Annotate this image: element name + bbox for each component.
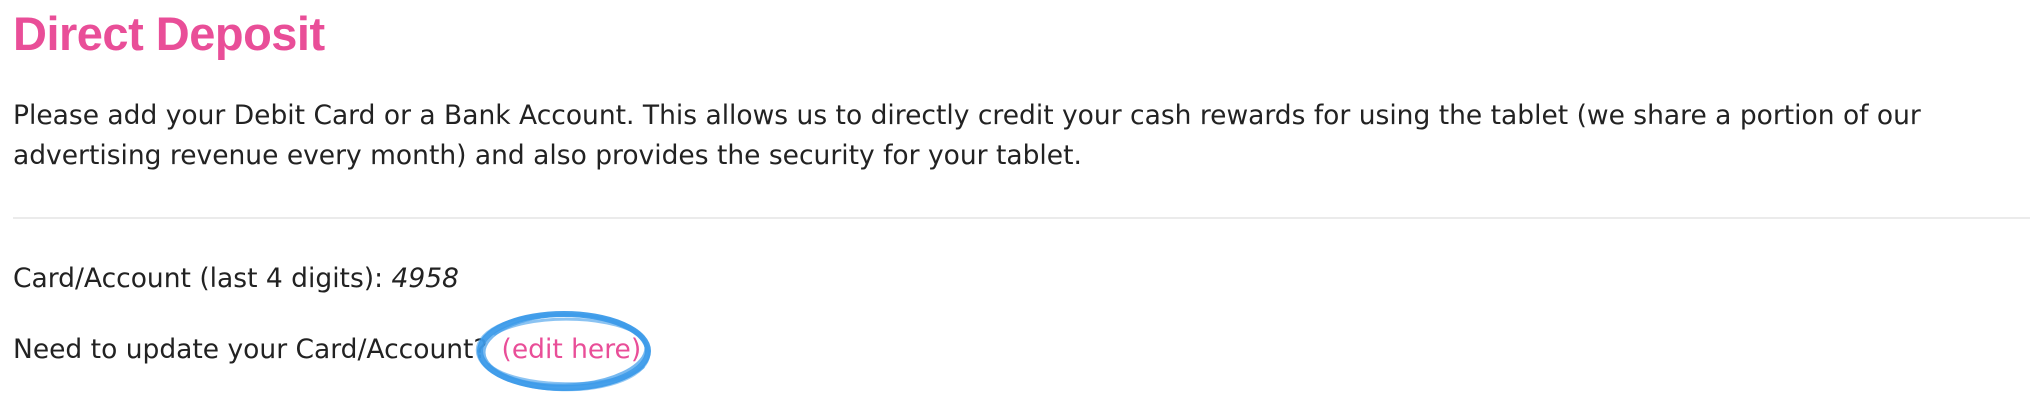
update-prompt: Need to update your Card/Account? <box>13 334 488 365</box>
edit-account-link[interactable]: (edit here) <box>502 334 642 365</box>
update-row: Need to update your Card/Account? (edit … <box>13 311 651 392</box>
account-label: Card/Account (last 4 digits): <box>13 263 384 294</box>
section-divider <box>13 217 2030 219</box>
intro-description: Please add your Debit Card or a Bank Acc… <box>13 100 1921 171</box>
page-title: Direct Deposit <box>13 7 325 60</box>
account-row: Card/Account (last 4 digits): 4958 <box>13 259 459 299</box>
account-last-digits: 4958 <box>391 263 459 294</box>
edit-link-container: (edit here) <box>475 311 651 392</box>
